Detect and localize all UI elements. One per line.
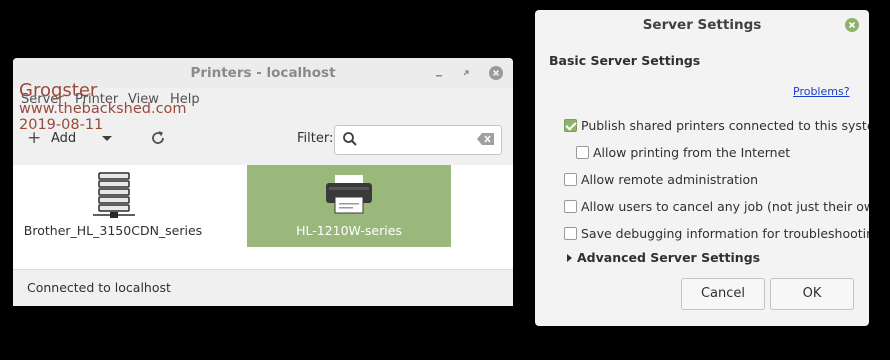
network-printer-icon — [91, 171, 137, 223]
ok-button[interactable]: OK — [770, 278, 854, 310]
connection-status: Connected to localhost — [27, 280, 171, 295]
filter-field[interactable] — [334, 125, 502, 155]
expander-label: Advanced Server Settings — [577, 250, 761, 265]
minimize-icon[interactable] — [431, 65, 447, 81]
printer-icon — [325, 173, 373, 221]
filter-label: Filter: — [297, 131, 334, 146]
option-label: Allow printing from the Internet — [593, 145, 791, 160]
checkbox[interactable] — [564, 200, 577, 213]
filter-input[interactable] — [363, 129, 477, 151]
statusbar: Connected to localhost — [13, 269, 513, 306]
refresh-icon[interactable] — [149, 129, 167, 151]
printer-name: Brother_HL_3150CDN_series — [23, 223, 203, 238]
printer-list: Brother_HL_3150CDN_series HL-1210W-serie… — [13, 165, 513, 269]
cancel-button[interactable]: Cancel — [681, 278, 765, 310]
watermark-author: Grogster — [19, 80, 98, 101]
expander-arrow-icon — [567, 254, 572, 262]
add-button-label: Add — [51, 131, 77, 146]
option-label: Allow users to cancel any job (not just … — [581, 199, 869, 214]
checkbox[interactable] — [564, 173, 577, 186]
dialog-titlebar[interactable]: Server Settings — [535, 10, 869, 40]
printer-name: HL-1210W-series — [296, 223, 402, 238]
watermark: Grogster www.thebackshed.com 2019-08-11 — [19, 82, 187, 132]
option-label: Save debugging information for troublesh… — [581, 226, 869, 241]
checkbox[interactable] — [576, 146, 589, 159]
checkbox-checked[interactable] — [564, 119, 577, 132]
close-icon[interactable] — [488, 65, 504, 81]
printer-item[interactable]: Brother_HL_3150CDN_series — [13, 165, 213, 247]
problems-link[interactable]: Problems? — [793, 85, 850, 98]
close-icon[interactable] — [844, 17, 860, 37]
checkbox[interactable] — [564, 227, 577, 240]
watermark-date: 2019-08-11 — [19, 116, 104, 133]
dialog-title: Server Settings — [642, 17, 762, 33]
printer-item-selected[interactable]: HL-1210W-series — [247, 165, 451, 247]
option-label: Allow remote administration — [581, 172, 759, 187]
section-heading: Basic Server Settings — [549, 53, 701, 68]
option-label: Publish shared printers connected to thi… — [581, 118, 869, 133]
watermark-site: www.thebackshed.com — [19, 101, 187, 117]
clear-text-icon[interactable] — [477, 132, 495, 150]
maximize-icon[interactable] — [458, 65, 474, 81]
dropdown-arrow-icon[interactable] — [101, 132, 113, 148]
search-icon — [342, 131, 358, 151]
server-settings-dialog: Server Settings Basic Server Settings Pr… — [535, 10, 869, 326]
